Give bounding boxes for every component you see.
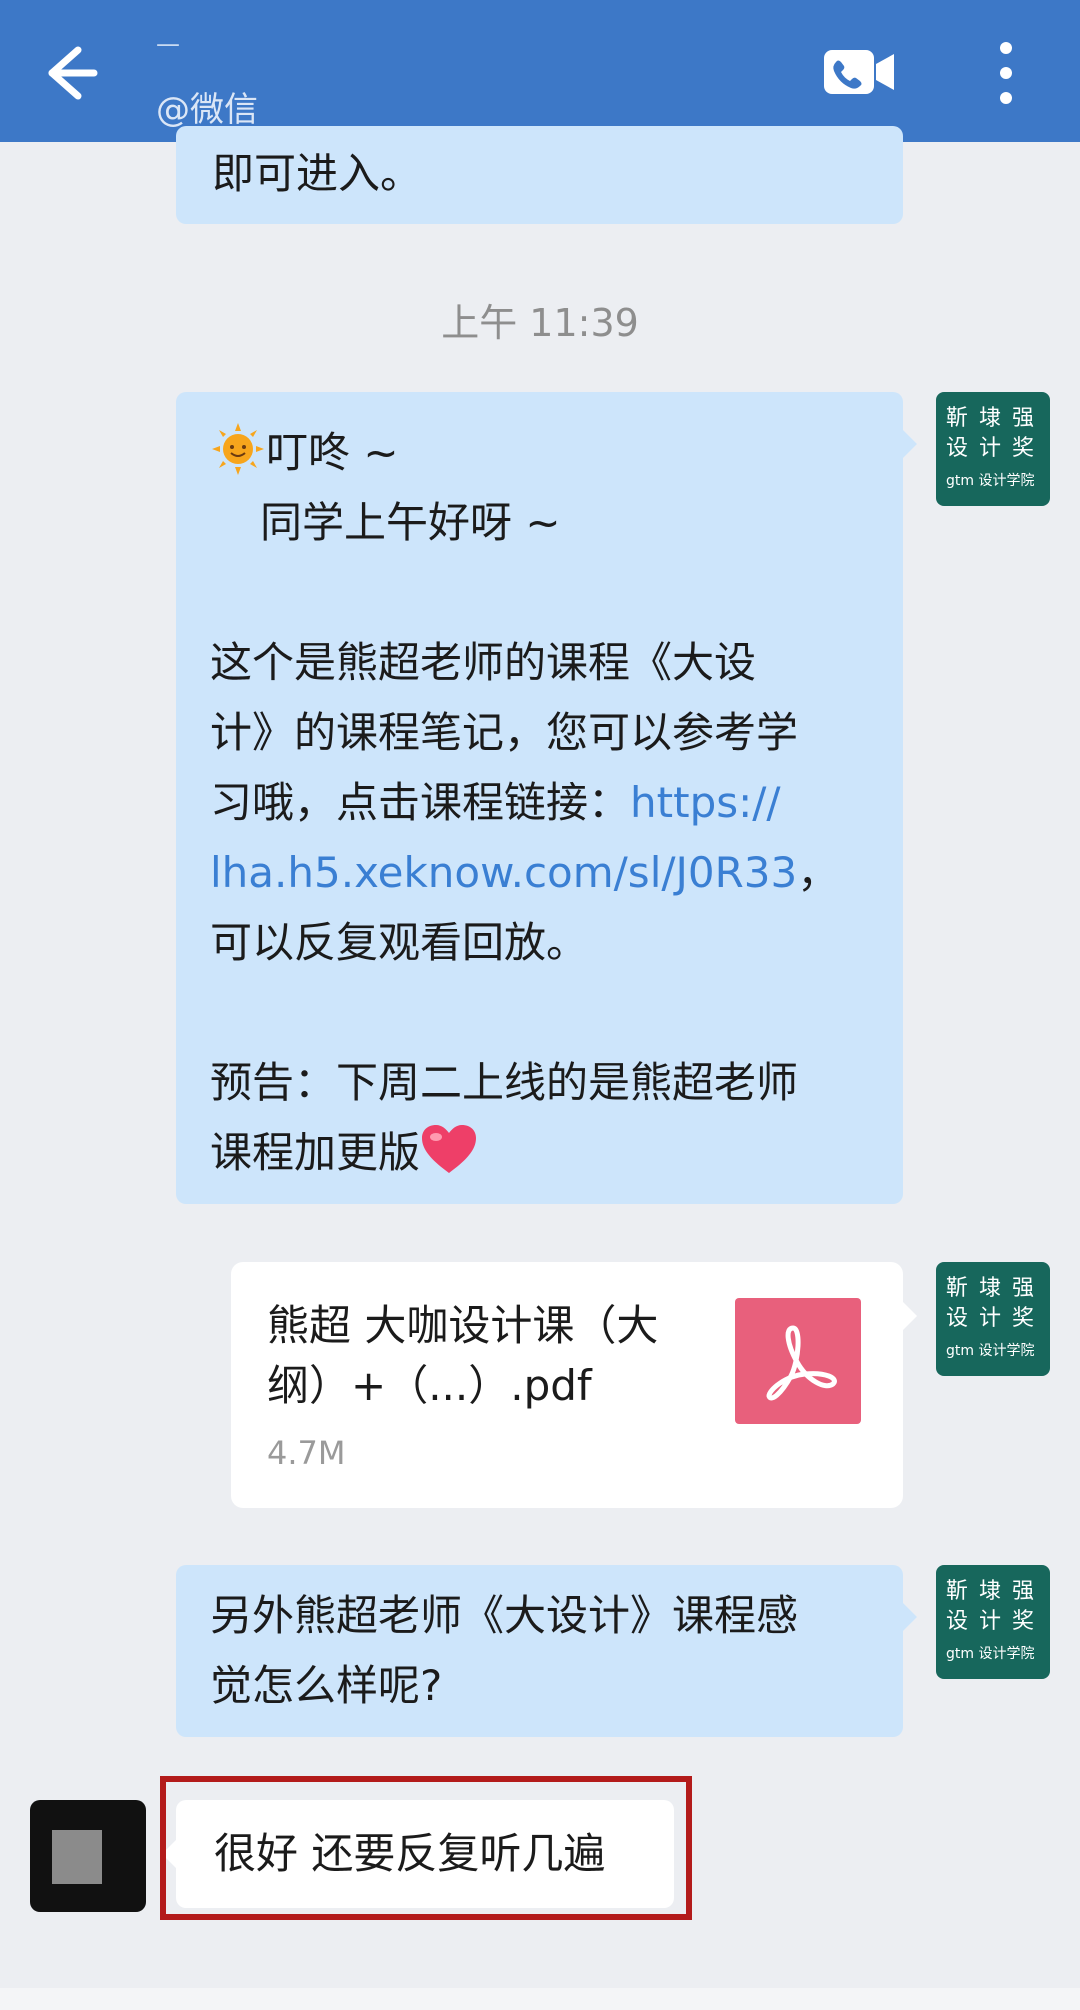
chat-header: — @微信	[0, 0, 1080, 142]
sender-avatar[interactable]: 靳 埭 强 设 计 奖 gtm 设计学院	[936, 1565, 1050, 1679]
avatar-brand: gtm 设计学院	[946, 1646, 1035, 1662]
pdf-icon	[735, 1298, 861, 1424]
file-name: 熊超 大咖设计课（大纲）+（...）.pdf	[267, 1301, 659, 1410]
message-line: 课程加更版	[210, 1118, 867, 1188]
message-line: lha.h5.xeknow.com/sl/J0R33，	[210, 848, 840, 897]
highlight-box	[160, 1776, 692, 1920]
bubble-tail	[903, 1603, 917, 1631]
sun-emoji-icon	[212, 423, 264, 475]
message-line: 计》的课程笔记，您可以参考学	[210, 708, 799, 757]
heart-emoji-icon	[422, 1125, 477, 1173]
message-line: 这个是熊超老师的课程《大设	[210, 638, 757, 687]
avatar-grid: 靳 埭 强 设 计 奖	[946, 1579, 1036, 1634]
message-line: 预告：下周二上线的是熊超老师	[210, 1058, 799, 1107]
message-bubble[interactable]: 叮咚 ~ 同学上午好呀 ~ 这个是熊超老师的课程《大设 计》的课程笔记，您可以参…	[176, 392, 917, 1204]
message-line: 同学上午好呀 ~	[260, 498, 561, 547]
sender-avatar[interactable]: 靳 埭 强 设 计 奖 gtm 设计学院	[936, 1262, 1050, 1376]
message-text: 即可进入。	[212, 149, 423, 198]
message-line: 习哦，点击课程链接：https://	[210, 778, 781, 827]
bubble-tail	[903, 1302, 917, 1330]
arrow-left-icon[interactable]	[32, 38, 102, 108]
timestamp: 上午 11:39	[441, 301, 639, 345]
message-line: 觉怎么样呢?	[210, 1661, 443, 1710]
bottom-strip	[0, 1988, 1080, 2010]
message-line: 叮咚 ~	[210, 418, 867, 488]
avatar-grid: 靳 埭 强 设 计 奖	[946, 1276, 1036, 1331]
more-vertical-icon[interactable]	[986, 38, 1026, 108]
message-bubble[interactable]: 即可进入。	[176, 126, 903, 224]
message-line: 可以反复观看回放。	[210, 918, 589, 967]
sender-avatar[interactable]: 靳 埭 强 设 计 奖 gtm 设计学院	[936, 392, 1050, 506]
avatar-brand: gtm 设计学院	[946, 1343, 1035, 1359]
message-text: 叮咚 ~	[266, 428, 399, 477]
file-message[interactable]: 熊超 大咖设计课（大纲）+（...）.pdf 4.7M	[231, 1262, 917, 1508]
avatar-blur	[52, 1830, 102, 1884]
message-line: 另外熊超老师《大设计》课程感	[210, 1591, 799, 1640]
avatar-grid: 靳 埭 强 设 计 奖	[946, 406, 1036, 461]
course-link[interactable]: https://	[630, 778, 781, 827]
bubble-tail	[903, 430, 917, 458]
course-link[interactable]: lha.h5.xeknow.com/sl/J0R33	[210, 848, 797, 897]
user-avatar[interactable]	[30, 1800, 146, 1912]
chat-subtitle: @微信	[156, 90, 258, 130]
message-bubble[interactable]: 另外熊超老师《大设计》课程感 觉怎么样呢?	[176, 1565, 917, 1737]
avatar-brand: gtm 设计学院	[946, 473, 1035, 489]
video-call-icon[interactable]	[822, 46, 896, 98]
chat-title: —	[156, 30, 180, 58]
file-size: 4.7M	[267, 1434, 346, 1472]
